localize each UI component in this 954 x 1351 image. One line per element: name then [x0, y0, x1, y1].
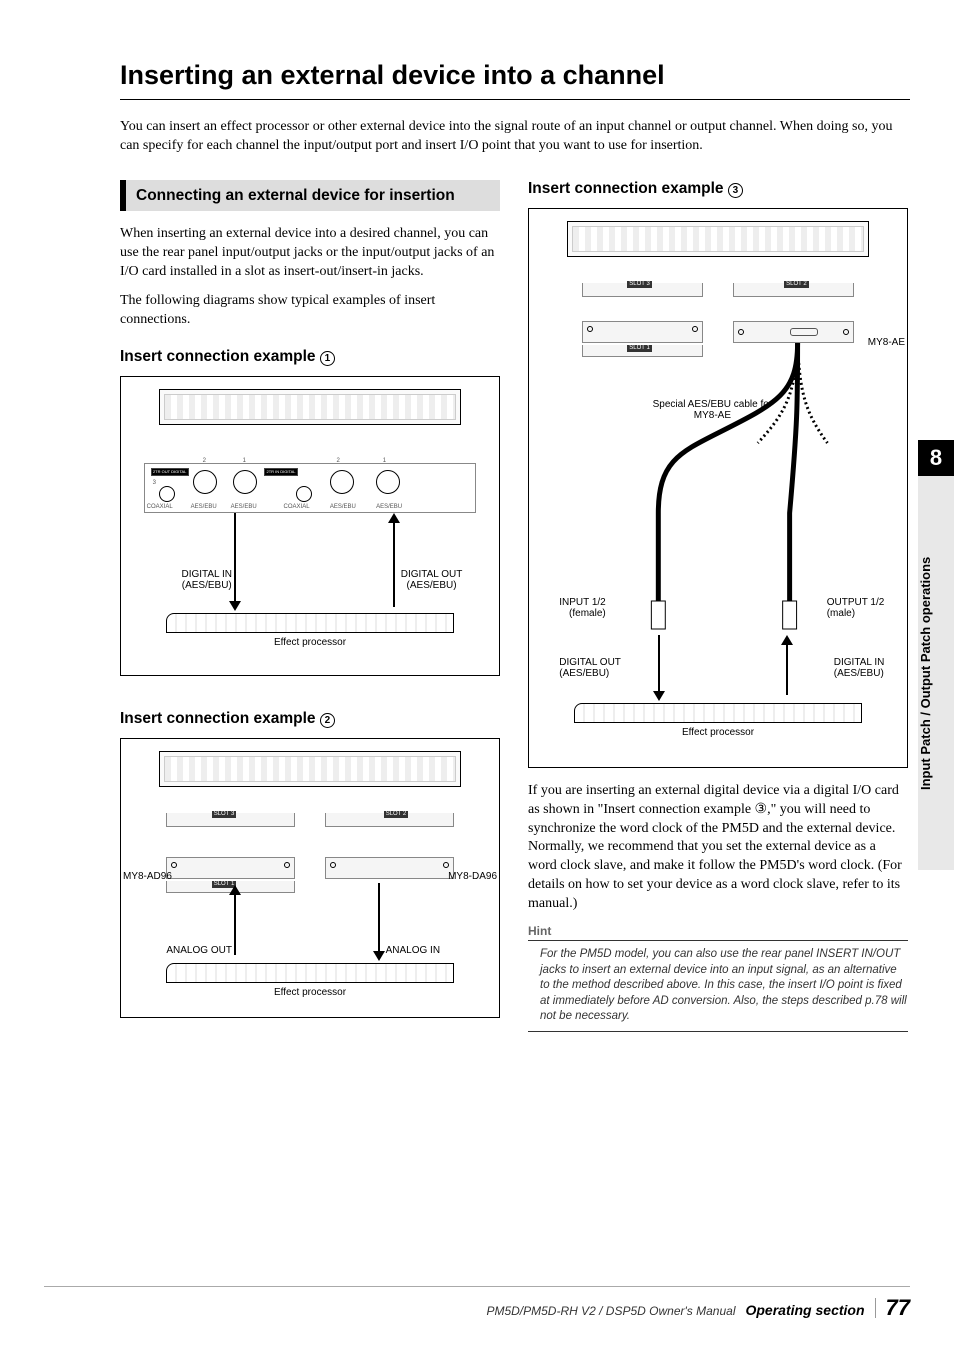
cable-in [393, 523, 395, 607]
label-3a: 3 [153, 480, 156, 487]
example-1-label: Insert connection example [120, 348, 316, 365]
left-para-1: When inserting an external device into a… [120, 225, 500, 282]
label-2b: 2 [336, 458, 339, 465]
arrow-d3-left [653, 691, 665, 701]
diagram-2: SLOT 3 SLOT 2 SLOT 1 MY8-AD96 MY8-DA96 A… [120, 738, 500, 1018]
effect-processor-1 [166, 613, 453, 633]
example-1-title: Insert connection example 1 [120, 348, 500, 366]
input12-label: INPUT 1/2(female) [559, 597, 606, 620]
title-rule [120, 99, 910, 100]
effect-processor-3-label: Effect processor [529, 727, 907, 738]
digital-in-label: DIGITAL IN(AES/EBU) [181, 569, 232, 592]
footer-page-number: 77 [886, 1295, 910, 1321]
jack-in-2 [330, 470, 354, 494]
mixer-rear-panel-2 [159, 751, 461, 787]
analog-out-label: ANALOG OUT [166, 945, 232, 957]
diagram-1: 2TR OUT DIGITAL 2TR IN DIGITAL 3 2 1 2 1… [120, 376, 500, 676]
2tr-in-digital-label: 2TR IN DIGITAL [264, 468, 298, 476]
right-column: Insert connection example 3 SLOT 3 SLOT … [528, 180, 908, 1032]
intro-paragraph: You can insert an effect processor or ot… [120, 118, 910, 156]
aes-label-4: AES/EBU [376, 504, 402, 511]
two-column-layout: Connecting an external device for insert… [120, 180, 910, 1032]
left-para-2: The following diagrams show typical exam… [120, 292, 500, 330]
slot3-label: SLOT 3 [212, 811, 237, 818]
arrow-d3-right [781, 635, 793, 645]
effect-processor-2-label: Effect processor [121, 987, 499, 998]
mixer-rear-panel [159, 389, 461, 425]
label-2a: 2 [203, 458, 206, 465]
my8-ad96-label: MY8-AD96 [123, 871, 172, 883]
arrow-out [229, 601, 241, 611]
slot2-label: SLOT 2 [384, 811, 409, 818]
left-column: Connecting an external device for insert… [120, 180, 500, 1032]
aes-label-1: AES/EBU [191, 504, 217, 511]
label-1b: 1 [383, 458, 386, 465]
jack-out-1 [233, 470, 257, 494]
cable-analog-out [234, 895, 236, 955]
page-footer: PM5D/PM5D-RH V2 / DSP5D Owner's Manual O… [44, 1286, 910, 1321]
footer-doc-title: PM5D/PM5D-RH V2 / DSP5D Owner's Manual [486, 1304, 735, 1318]
jack-in-3 [296, 486, 312, 502]
digital-out-label: DIGITAL OUT(AES/EBU) [401, 569, 463, 592]
mixer-rear-panel-3 [567, 221, 869, 257]
arrow-in [388, 513, 400, 523]
coax-label-1: COAXIAL [147, 504, 173, 511]
my8-da96-label: MY8-DA96 [448, 871, 497, 883]
label-1a: 1 [243, 458, 246, 465]
chapter-number: 8 [918, 440, 954, 476]
jack-in-1 [376, 470, 400, 494]
effect-processor-2 [166, 963, 453, 983]
chapter-label: Input Patch / Output Patch operations [918, 476, 954, 870]
d3-slot-card-left [582, 321, 703, 343]
hint-body: For the PM5D model, you can also use the… [528, 947, 908, 1032]
right-para: If you are inserting an external digital… [528, 782, 908, 914]
d3-slot3-label: SLOT 3 [627, 281, 652, 288]
page-title: Inserting an external device into a chan… [120, 60, 910, 91]
d3-slot2-label: SLOT 2 [784, 281, 809, 288]
circled-2-icon: 2 [320, 713, 335, 728]
analog-in-label: ANALOG IN [386, 945, 440, 957]
d3-digital-in-label: DIGITAL IN(AES/EBU) [834, 657, 885, 680]
panel-jacks-row: 2TR OUT DIGITAL 2TR IN DIGITAL 3 2 1 2 1… [144, 463, 477, 513]
hint-top-rule [528, 940, 908, 941]
jack-out-3 [159, 486, 175, 502]
chapter-tab: 8 Input Patch / Output Patch operations [918, 440, 954, 870]
example-2-label: Insert connection example [120, 710, 316, 727]
cable-fan-icon [529, 343, 907, 633]
effect-processor-1-label: Effect processor [121, 637, 499, 648]
jack-out-2 [193, 470, 217, 494]
circled-1-icon: 1 [320, 351, 335, 366]
d3-digital-out-label: DIGITAL OUT(AES/EBU) [559, 657, 621, 680]
footer-section: Operating section [745, 1302, 864, 1318]
cable-d3-left [658, 635, 660, 693]
example-3-title: Insert connection example 3 [528, 180, 908, 198]
cable-label: Special AES/EBU cable for MY8-AE [642, 399, 782, 422]
arrow-analog-in-down [373, 951, 385, 961]
arrow-analog-out-up [229, 885, 241, 895]
example-3-label: Insert connection example [528, 180, 724, 197]
cable-d3-right [786, 645, 788, 695]
slot-card-right [325, 857, 454, 879]
example-2-title: Insert connection example 2 [120, 710, 500, 728]
d3-slot-card-right [733, 321, 854, 343]
aes-label-3: AES/EBU [330, 504, 356, 511]
diagram-3: SLOT 3 SLOT 2 SLOT 1 MY8-AE [528, 208, 908, 768]
aes-label-2: AES/EBU [231, 504, 257, 511]
coax-label-2: COAXIAL [284, 504, 310, 511]
2tr-out-digital-label: 2TR OUT DIGITAL [151, 468, 189, 476]
output12-label: OUTPUT 1/2(male) [827, 597, 885, 620]
circled-3-icon: 3 [728, 183, 743, 198]
effect-processor-3 [574, 703, 861, 723]
hint-heading: Hint [528, 924, 908, 938]
footer-divider [875, 1298, 876, 1318]
slot-card-left [166, 857, 295, 879]
cable-out [234, 513, 236, 603]
section-heading: Connecting an external device for insert… [120, 180, 500, 211]
cable-analog-in [378, 883, 380, 951]
